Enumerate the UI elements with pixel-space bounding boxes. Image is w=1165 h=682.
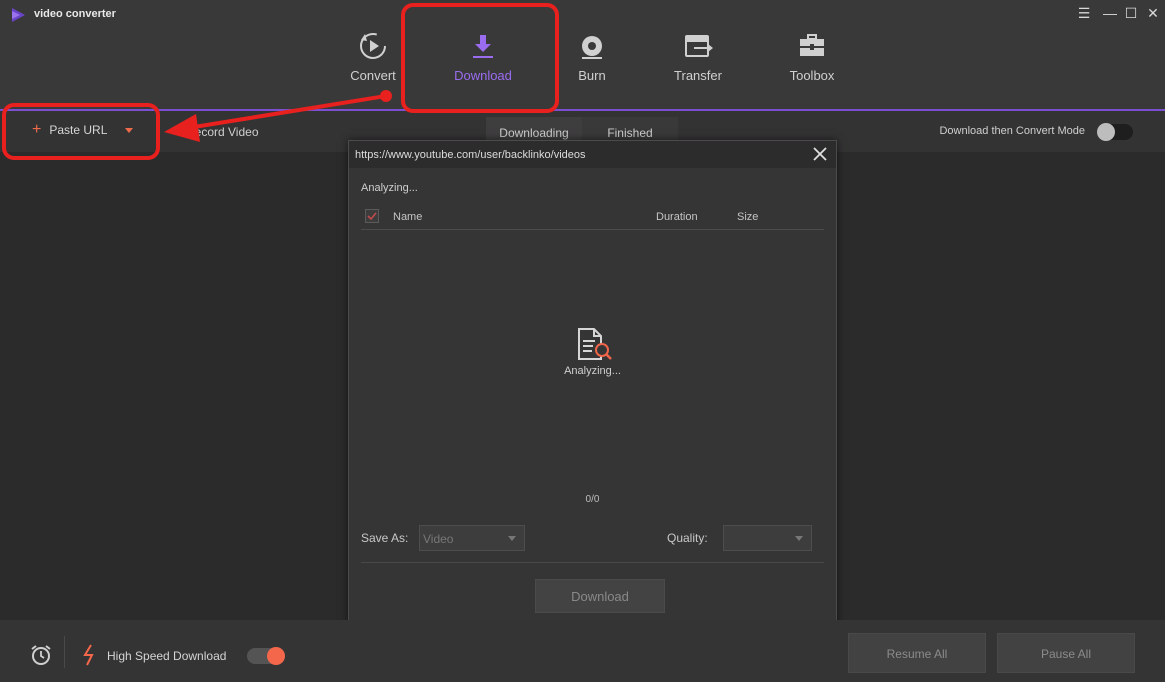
- chevron-down-icon: [795, 536, 803, 541]
- maximize-icon[interactable]: ☐: [1121, 4, 1141, 22]
- paste-url-highlight-box: [2, 103, 160, 160]
- checkmark-icon: [367, 212, 377, 221]
- record-video-button[interactable]: Record Video: [186, 125, 259, 139]
- chevron-down-icon: [508, 536, 516, 541]
- disc-icon: [582, 36, 602, 59]
- dialog-url: https://www.youtube.com/user/backlinko/v…: [355, 149, 586, 161]
- minimize-icon[interactable]: —: [1100, 4, 1120, 22]
- bottom-divider: [64, 636, 65, 668]
- nav-toolbox-label: Toolbox: [789, 68, 835, 83]
- nav-toolbox[interactable]: Toolbox: [767, 30, 857, 90]
- high-speed-download-label: High Speed Download: [107, 649, 227, 663]
- app-title: video converter: [34, 8, 116, 20]
- analyzing-center-text: Analyzing...: [564, 365, 621, 377]
- nav-burn[interactable]: Burn: [547, 30, 637, 90]
- dialog-header: https://www.youtube.com/user/backlinko/v…: [349, 141, 836, 168]
- quality-select[interactable]: [723, 525, 812, 551]
- alarm-clock-icon[interactable]: [30, 644, 52, 666]
- close-window-icon[interactable]: ✕: [1143, 4, 1163, 22]
- video-list-header: Name Duration Size: [361, 207, 824, 230]
- toolbox-icon: [800, 34, 824, 56]
- column-duration: Duration: [656, 211, 698, 223]
- app-logo-icon: [12, 8, 25, 22]
- nav-transfer-label: Transfer: [674, 68, 722, 83]
- video-counter: 0/0: [585, 494, 600, 505]
- save-as-select[interactable]: Video: [419, 525, 525, 551]
- dialog-download-button[interactable]: Download: [535, 579, 665, 613]
- bottom-bar: High Speed Download Resume All Pause All: [0, 620, 1165, 682]
- convert-mode-label: Download then Convert Mode: [939, 125, 1085, 137]
- menu-icon[interactable]: ☰: [1074, 4, 1094, 22]
- nav-burn-label: Burn: [578, 68, 606, 83]
- download-highlight-box: [401, 3, 559, 113]
- high-speed-toggle[interactable]: [247, 647, 285, 665]
- analyze-dialog: https://www.youtube.com/user/backlinko/v…: [348, 140, 837, 633]
- lightning-icon: [83, 644, 94, 666]
- toggle-knob: [1097, 123, 1115, 141]
- top-navigation-bar: video converter ☰ — ☐ ✕ Convert Download: [0, 0, 1165, 109]
- convert-mode-toggle[interactable]: [1097, 123, 1133, 141]
- save-as-label: Save As:: [361, 531, 409, 545]
- quality-label: Quality:: [667, 531, 708, 545]
- nav-transfer[interactable]: Transfer: [653, 30, 743, 90]
- dialog-divider: [361, 562, 824, 563]
- save-as-value: Video: [423, 532, 454, 546]
- close-icon[interactable]: [810, 144, 830, 164]
- select-all-checkbox[interactable]: [365, 209, 379, 223]
- column-size: Size: [737, 211, 759, 223]
- column-name: Name: [393, 211, 423, 223]
- convert-icon: [360, 33, 386, 59]
- toggle-knob: [267, 647, 285, 665]
- analyzing-status: Analyzing...: [361, 182, 418, 194]
- document-search-icon: [578, 328, 612, 360]
- transfer-icon: [685, 35, 713, 57]
- app-window: video converter ☰ — ☐ ✕ Convert Download: [0, 0, 1165, 682]
- pause-all-button[interactable]: Pause All: [997, 633, 1135, 673]
- resume-all-button[interactable]: Resume All: [848, 633, 986, 673]
